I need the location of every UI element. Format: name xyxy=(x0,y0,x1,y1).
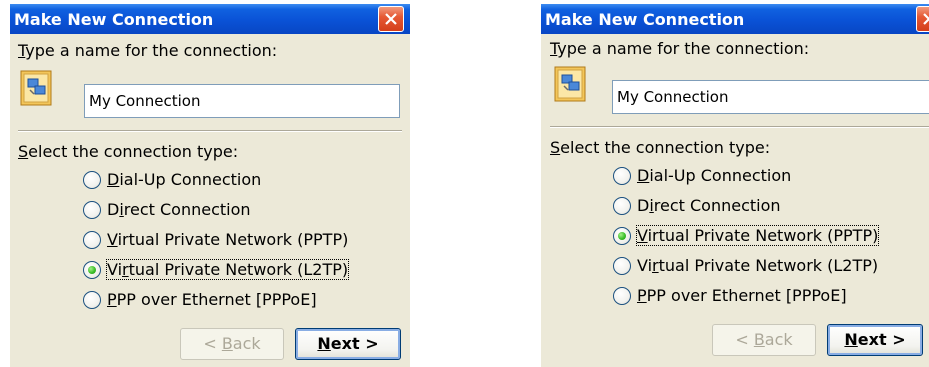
close-icon xyxy=(923,13,929,25)
close-icon xyxy=(385,13,397,25)
option-label: Virtual Private Network (PPTP) xyxy=(107,230,349,249)
radio-button[interactable] xyxy=(613,227,631,245)
back-button[interactable]: < Back xyxy=(712,324,816,356)
radio-button[interactable] xyxy=(613,257,631,275)
radio-button[interactable] xyxy=(83,261,101,279)
title-bar[interactable]: Make New Connection xyxy=(10,4,410,34)
type-prompt-label: Select the connection type: xyxy=(550,138,771,157)
connection-name-input[interactable] xyxy=(612,80,929,114)
radio-selected-dot xyxy=(617,231,626,240)
separator xyxy=(550,126,929,128)
option-label: Direct Connection xyxy=(107,200,251,219)
radio-button[interactable] xyxy=(83,171,101,189)
connection-name-input[interactable] xyxy=(84,84,400,118)
separator xyxy=(18,130,402,132)
dialog-title: Make New Connection xyxy=(545,10,745,29)
radio-button[interactable] xyxy=(613,197,631,215)
dialog-title: Make New Connection xyxy=(14,10,214,29)
network-connection-icon xyxy=(554,66,586,102)
radio-button[interactable] xyxy=(83,231,101,249)
option-label: Dial-Up Connection xyxy=(637,166,792,185)
option-label: Virtual Private Network (L2TP) xyxy=(105,259,350,280)
make-new-connection-dialog: Make New Connection Type a name for the … xyxy=(541,4,929,367)
option-label: PPP over Ethernet [PPPoE] xyxy=(107,290,317,309)
next-button[interactable]: Next > xyxy=(827,324,923,356)
radio-button[interactable] xyxy=(83,201,101,219)
option-label: Virtual Private Network (PPTP) xyxy=(635,225,880,246)
option-label: Virtual Private Network (L2TP) xyxy=(637,256,879,275)
back-button[interactable]: < Back xyxy=(180,328,284,360)
close-button[interactable] xyxy=(916,6,929,32)
radio-selected-dot xyxy=(87,265,96,274)
name-prompt-label: Type a name for the connection: xyxy=(550,39,810,58)
radio-button[interactable] xyxy=(83,291,101,309)
option-label: Dial-Up Connection xyxy=(107,170,262,189)
option-label: PPP over Ethernet [PPPoE] xyxy=(637,286,847,305)
title-bar[interactable]: Make New Connection xyxy=(541,4,929,34)
radio-button[interactable] xyxy=(613,167,631,185)
type-prompt-label: Select the connection type: xyxy=(18,142,239,161)
option-label: Direct Connection xyxy=(637,196,781,215)
make-new-connection-dialog: Make New Connection Type a name for the … xyxy=(10,4,410,367)
close-button[interactable] xyxy=(378,6,404,32)
network-connection-icon xyxy=(20,70,52,106)
radio-button[interactable] xyxy=(613,287,631,305)
name-prompt-label: Type a name for the connection: xyxy=(18,41,278,60)
next-button[interactable]: Next > xyxy=(295,328,401,360)
